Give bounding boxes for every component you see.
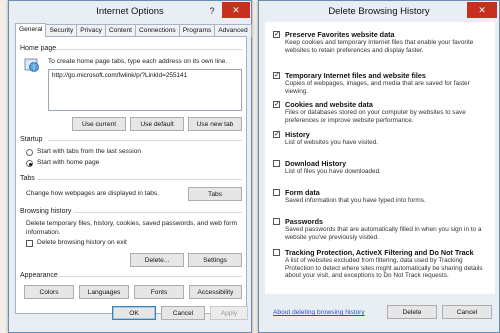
option-title: Temporary Internet files and website fil… <box>285 71 426 80</box>
option-tracking-protection: Tracking Protection, ActiveX Filtering a… <box>273 248 491 284</box>
option-download-history: Download History List of files you have … <box>273 159 491 177</box>
tabs-description: Change how webpages are displayed in tab… <box>26 190 160 197</box>
history-settings-button[interactable]: Settings <box>188 253 242 267</box>
divider <box>56 49 242 50</box>
option-title: Form data <box>285 188 320 197</box>
help-button[interactable]: ? <box>205 3 219 18</box>
globe-icon <box>24 58 39 72</box>
general-tab-panel: Home page To create home page tabs, type… <box>15 36 247 314</box>
option-description: Saved information that you have typed in… <box>285 197 426 204</box>
startup-label: Startup <box>20 136 43 143</box>
download-history-checkbox[interactable] <box>273 160 280 167</box>
apply-button[interactable]: Apply <box>210 306 248 320</box>
window-title: Delete Browsing History <box>328 6 430 17</box>
about-deleting-link[interactable]: About deleting browsing history <box>273 309 365 316</box>
history-checkbox[interactable]: ✓ <box>273 131 280 138</box>
option-description: List of websites you have visited. <box>285 139 379 146</box>
use-new-tab-button[interactable]: Use new tab <box>188 117 242 131</box>
ok-button[interactable]: OK <box>112 306 156 320</box>
option-preserve-favorites: ✓ Preserve Favorites website data Keep c… <box>273 30 491 60</box>
browsing-history-label: Browsing history <box>20 208 72 215</box>
radio-home-page[interactable] <box>26 160 33 167</box>
delete-history-button[interactable]: Delete... <box>130 253 184 267</box>
divider <box>58 276 242 277</box>
tracking-protection-checkbox[interactable] <box>273 249 280 256</box>
tabs-section-label: Tabs <box>20 175 35 182</box>
option-cookies: ✓ Cookies and website data Files or data… <box>273 100 491 126</box>
radio-home-page-label: Start with home page <box>37 159 100 166</box>
fonts-button[interactable]: Fonts <box>134 285 184 299</box>
divider <box>48 140 242 141</box>
tab-general[interactable]: General <box>15 23 47 37</box>
option-description: Keep cookies and temporary Internet file… <box>285 39 474 54</box>
question-icon: ? <box>209 5 215 16</box>
close-button[interactable]: ✕ <box>467 2 497 18</box>
close-icon: ✕ <box>478 4 486 15</box>
home-page-url-textarea[interactable]: http://go.microsoft.com/fwlink/p/?LinkId… <box>48 69 242 111</box>
appearance-label: Appearance <box>20 272 58 279</box>
option-description: Copies of webpages, images, and media th… <box>285 80 470 95</box>
cancel-button[interactable]: Cancel <box>161 306 205 320</box>
passwords-checkbox[interactable] <box>273 218 280 225</box>
divider <box>38 179 242 180</box>
option-title: Cookies and website data <box>285 100 373 109</box>
internet-options-window: Internet Options ? ✕ General Security Pr… <box>8 0 252 333</box>
option-temp-files: ✓ Temporary Internet files and website f… <box>273 71 491 97</box>
option-title: Passwords <box>285 217 323 226</box>
radio-last-session-label: Start with tabs from the last session <box>37 148 142 155</box>
delete-button[interactable]: Delete <box>387 305 437 319</box>
delete-on-exit-label: Delete browsing history on exit <box>37 239 127 246</box>
languages-button[interactable]: Languages <box>79 285 129 299</box>
use-current-button[interactable]: Use current <box>72 117 126 131</box>
home-page-instruction: To create home page tabs, type each addr… <box>48 58 228 65</box>
option-title: Tracking Protection, ActiveX Filtering a… <box>285 248 474 257</box>
option-history: ✓ History List of websites you have visi… <box>273 130 491 148</box>
options-content: General Security Privacy Content Connect… <box>15 23 252 314</box>
cancel-button[interactable]: Cancel <box>442 305 492 319</box>
browsing-history-description: Delete temporary files, history, cookies… <box>26 220 237 236</box>
tabs-settings-button[interactable]: Tabs <box>188 187 242 201</box>
options-list: ✓ Preserve Favorites website data Keep c… <box>265 22 495 294</box>
option-title: History <box>285 130 310 139</box>
form-data-checkbox[interactable] <box>273 189 280 196</box>
colors-button[interactable]: Colors <box>24 285 74 299</box>
temp-files-checkbox[interactable]: ✓ <box>273 72 280 79</box>
option-description: List of files you have downloaded. <box>285 168 381 175</box>
preserve-favorites-checkbox[interactable]: ✓ <box>273 31 280 38</box>
accessibility-button[interactable]: Accessibility <box>189 285 242 299</box>
close-button[interactable]: ✕ <box>222 2 250 18</box>
title-bar: Delete Browsing History <box>259 1 499 22</box>
option-passwords: Passwords Saved passwords that are autom… <box>273 217 491 243</box>
delete-browsing-history-window: Delete Browsing History ✕ ✓ Preserve Fav… <box>258 0 500 333</box>
option-description: Files or databases stored on your comput… <box>285 109 466 124</box>
use-default-button[interactable]: Use default <box>130 117 184 131</box>
option-description: Saved passwords that are automatically f… <box>285 226 482 241</box>
divider <box>74 212 242 213</box>
option-title: Download History <box>285 159 347 168</box>
home-page-url-value: http://go.microsoft.com/fwlink/p/?LinkId… <box>52 72 188 79</box>
cookies-checkbox[interactable]: ✓ <box>273 101 280 108</box>
option-description: A list of websites excluded from filteri… <box>285 257 483 280</box>
window-title: Internet Options <box>96 6 164 17</box>
option-form-data: Form data Saved information that you hav… <box>273 188 491 206</box>
close-icon: ✕ <box>232 4 240 15</box>
radio-last-session[interactable] <box>26 149 33 156</box>
home-page-label: Home page <box>20 45 57 52</box>
option-title: Preserve Favorites website data <box>285 30 395 39</box>
delete-on-exit-checkbox[interactable] <box>26 240 33 247</box>
